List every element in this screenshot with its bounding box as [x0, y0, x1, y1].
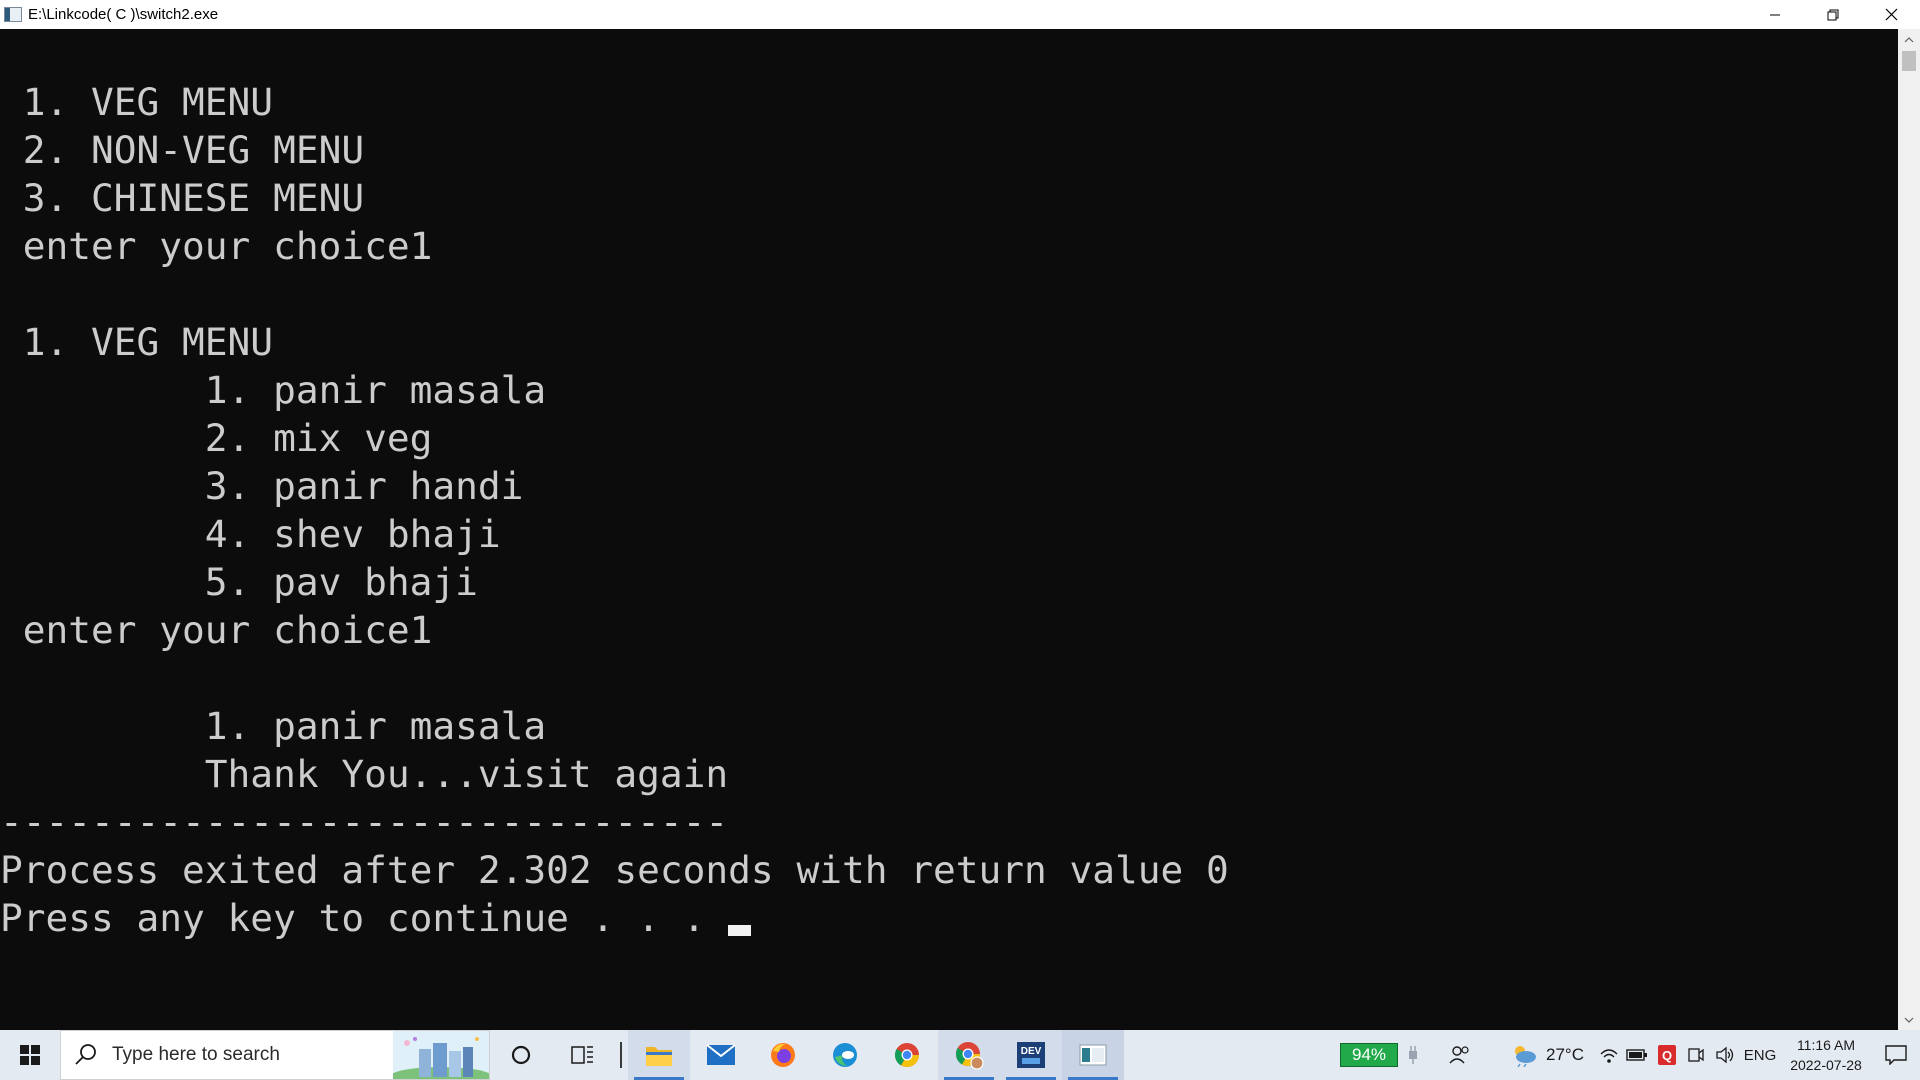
console-line: Process exited after 2.302 seconds with …	[0, 848, 1229, 892]
notifications-button[interactable]	[1872, 1030, 1920, 1080]
people-icon	[1449, 1046, 1469, 1064]
notification-icon	[1885, 1045, 1907, 1065]
volume-icon	[1716, 1046, 1734, 1064]
console-window: E:\Linkcode( C )\switch2.exe 1. VEG MENU…	[0, 0, 1920, 1030]
antivirus-icon: Q	[1658, 1045, 1676, 1065]
window-controls	[1746, 0, 1920, 29]
firefox-icon	[771, 1043, 795, 1067]
battery-percent-widget[interactable]: 94%	[1340, 1030, 1399, 1080]
console-line: enter your choice1	[0, 224, 433, 268]
console-app-icon	[4, 7, 22, 22]
clock-date: 2022-07-28	[1790, 1057, 1862, 1073]
console-output[interactable]: 1. VEG MENU 2. NON-VEG MENU 3. CHINESE M…	[0, 29, 1898, 1030]
scroll-thumb[interactable]	[1902, 51, 1916, 71]
antivirus-tray-button[interactable]: Q	[1652, 1030, 1682, 1080]
system-tray: 94% 27°C Q ENG 11:16 AM 2022-07-28	[1340, 1030, 1920, 1080]
clock[interactable]: 11:16 AM 2022-07-28	[1780, 1030, 1872, 1080]
console-line: 1. panir masala	[0, 368, 547, 412]
start-button[interactable]	[0, 1030, 60, 1080]
meet-now-button[interactable]	[1682, 1030, 1710, 1080]
windows-logo-icon	[20, 1045, 40, 1065]
camera-icon	[1688, 1048, 1704, 1062]
taskbar-chrome-profile[interactable]	[938, 1030, 1000, 1080]
wifi-icon	[1600, 1049, 1618, 1063]
plug-tray-button[interactable]	[1402, 1030, 1424, 1080]
console-line: 5. pav bhaji	[0, 560, 478, 604]
battery-tray-button[interactable]	[1622, 1030, 1652, 1080]
chevron-down-icon	[1904, 1017, 1914, 1023]
restore-button[interactable]	[1804, 0, 1862, 29]
close-button[interactable]	[1862, 0, 1920, 29]
taskbar-firefox[interactable]	[752, 1030, 814, 1080]
minimize-button[interactable]	[1746, 0, 1804, 29]
temperature-label: 27°C	[1546, 1045, 1584, 1064]
cortana-icon	[511, 1045, 531, 1065]
people-button[interactable]	[1440, 1030, 1480, 1080]
search-icon	[75, 1044, 96, 1065]
close-icon	[1885, 8, 1897, 21]
battery-icon	[1626, 1049, 1647, 1061]
console-line: 2. mix veg	[0, 416, 433, 460]
taskbar-dev-cpp[interactable]: DEV	[1000, 1030, 1062, 1080]
console-line: 1. panir masala	[0, 704, 547, 748]
console-line: 1. VEG MENU	[0, 80, 274, 124]
text-cursor	[728, 924, 752, 936]
console-prompt-text: Press any key to continue . . .	[0, 896, 706, 940]
edge-icon	[833, 1043, 857, 1067]
console-line: 3. CHINESE MENU	[0, 176, 365, 220]
svg-text:DEV: DEV	[1021, 1046, 1042, 1057]
taskbar-file-explorer[interactable]	[628, 1030, 690, 1080]
search-highlight-illustration-icon	[393, 1031, 489, 1079]
console-line-prompt: Press any key to continue . . .	[0, 894, 1229, 942]
taskbar-divider	[620, 1042, 622, 1068]
search-box[interactable]: Type here to search	[60, 1030, 490, 1080]
file-explorer-icon	[646, 1047, 672, 1066]
network-tray-button[interactable]	[1596, 1030, 1622, 1080]
weather-icon	[1515, 1046, 1537, 1067]
search-placeholder: Type here to search	[112, 1044, 280, 1065]
minimize-icon	[1770, 14, 1780, 15]
taskbar: Type here to search DEV 94% 27°C Q ENG 1…	[0, 1030, 1920, 1080]
battery-percent: 94%	[1340, 1043, 1399, 1067]
title-bar[interactable]: E:\Linkcode( C )\switch2.exe	[0, 0, 1920, 29]
scroll-down-button[interactable]	[1898, 1010, 1920, 1030]
dev-cpp-icon: DEV	[1017, 1042, 1045, 1068]
console-line: 1. VEG MENU	[0, 320, 274, 364]
console-line: enter your choice1	[0, 608, 433, 652]
vertical-scrollbar[interactable]	[1898, 29, 1920, 1030]
chrome-profile-icon	[955, 1042, 984, 1070]
clock-time: 11:16 AM	[1796, 1037, 1856, 1053]
language-button[interactable]: ENG	[1740, 1030, 1780, 1080]
task-view-button[interactable]	[552, 1030, 614, 1080]
console-line: --------------------------------	[0, 800, 729, 844]
console-line: Thank You...visit again	[0, 752, 729, 796]
chevron-up-icon	[1904, 36, 1914, 42]
taskbar-mail[interactable]	[690, 1030, 752, 1080]
chrome-icon	[894, 1043, 919, 1068]
language-label: ENG	[1743, 1046, 1777, 1064]
cortana-button[interactable]	[490, 1030, 552, 1080]
console-line: 4. shev bhaji	[0, 512, 501, 556]
mail-icon	[706, 1044, 736, 1065]
console-app-icon	[1079, 1044, 1107, 1066]
console-line: 2. NON-VEG MENU	[0, 128, 365, 172]
restore-icon	[1827, 9, 1839, 20]
window-title: E:\Linkcode( C )\switch2.exe	[28, 6, 219, 23]
scroll-up-button[interactable]	[1898, 29, 1920, 49]
svg-text:Q: Q	[1662, 1048, 1672, 1063]
volume-button[interactable]	[1710, 1030, 1740, 1080]
weather-widget[interactable]: 27°C	[1510, 1030, 1584, 1080]
taskbar-console-app[interactable]	[1062, 1030, 1124, 1080]
plug-icon	[1409, 1046, 1418, 1064]
taskbar-edge[interactable]	[814, 1030, 876, 1080]
taskbar-chrome[interactable]	[876, 1030, 938, 1080]
console-line: 3. panir handi	[0, 464, 524, 508]
task-view-icon	[571, 1046, 593, 1064]
console-lines: 1. VEG MENU 2. NON-VEG MENU 3. CHINESE M…	[0, 78, 1229, 942]
